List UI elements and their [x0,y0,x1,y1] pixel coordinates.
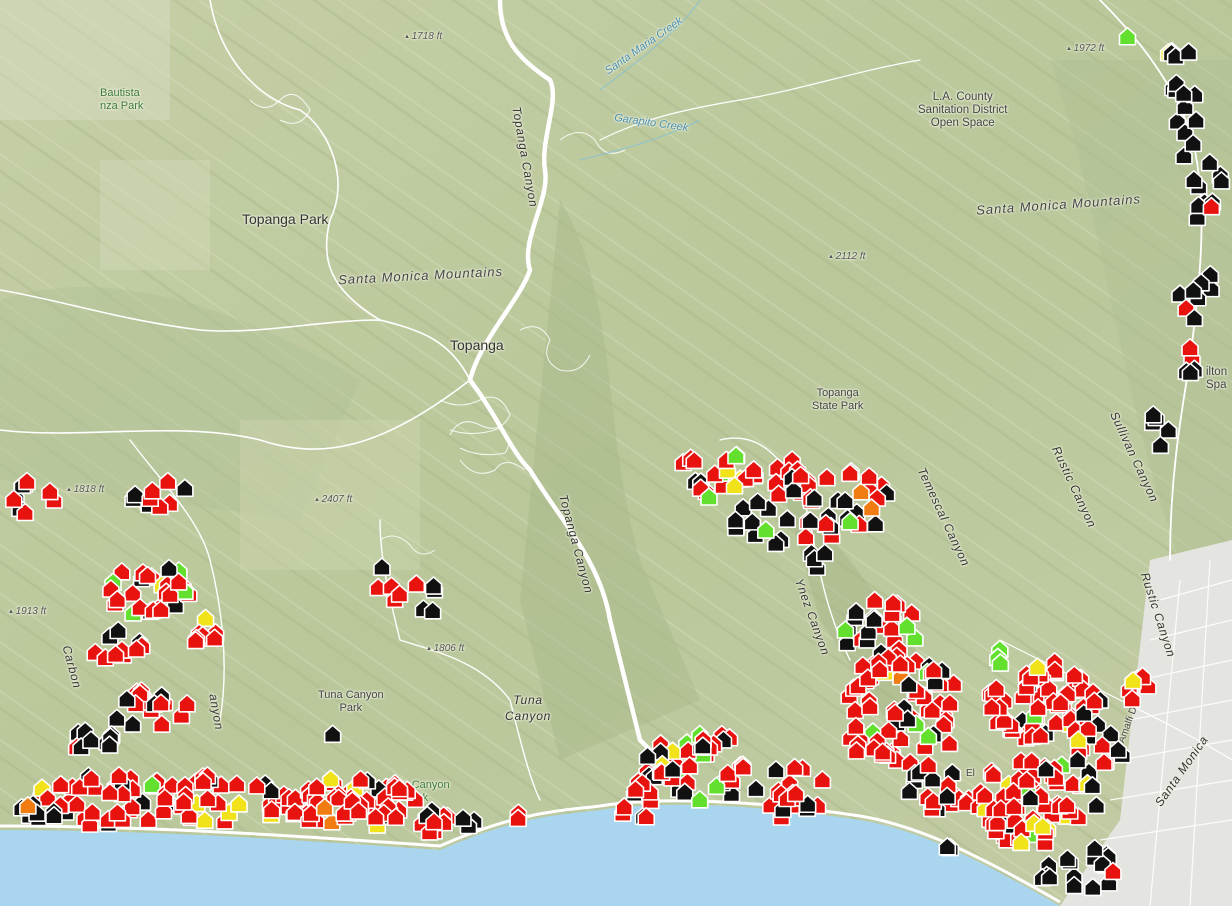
damage-house-marker[interactable] [919,755,938,774]
damage-house-marker[interactable] [160,558,178,578]
damage-house-marker[interactable] [123,714,142,733]
damage-house-marker[interactable] [18,471,36,491]
damage-house-marker[interactable] [41,481,59,501]
damage-house-marker[interactable] [51,774,70,794]
damage-house-marker[interactable] [1200,152,1219,172]
damage-house-marker[interactable] [407,574,426,593]
damage-house-marker[interactable] [196,810,214,830]
damage-house-marker[interactable] [847,716,865,736]
damage-house-marker[interactable] [1085,838,1104,858]
damage-house-marker[interactable] [178,694,196,713]
damage-house-marker[interactable] [860,466,878,486]
damage-house-marker[interactable] [110,765,128,785]
damage-house-marker[interactable] [767,760,785,779]
damage-house-marker[interactable] [227,774,246,793]
damage-house-marker[interactable] [813,770,832,789]
damage-house-marker[interactable] [83,802,102,822]
damage-house-marker[interactable] [1065,665,1084,684]
damage-house-marker[interactable] [1022,751,1041,770]
damage-house-marker[interactable] [818,467,836,487]
damage-markers-layer[interactable] [0,0,1232,906]
damage-house-marker[interactable] [865,590,884,610]
damage-house-marker[interactable] [176,478,194,498]
damage-house-marker[interactable] [1087,795,1106,815]
damage-house-marker[interactable] [1185,170,1203,189]
damage-house-marker[interactable] [158,471,177,491]
damage-house-marker[interactable] [847,601,865,621]
damage-house-marker[interactable] [454,808,472,827]
damage-house-marker[interactable] [690,789,709,809]
damage-house-marker[interactable] [1181,338,1199,357]
damage-house-marker[interactable] [1058,848,1077,868]
damage-house-marker[interactable] [108,708,126,728]
damage-house-marker[interactable] [323,724,342,744]
damage-house-marker[interactable] [1109,739,1127,759]
damage-house-marker[interactable] [1083,877,1102,897]
damage-house-marker[interactable] [109,620,127,640]
map-view[interactable]: Topanga Park Topanga L.A. County Sanitat… [0,0,1232,906]
damage-house-marker[interactable] [778,509,797,528]
damage-house-marker[interactable] [744,460,763,479]
damage-house-marker[interactable] [1144,404,1163,424]
damage-house-marker[interactable] [747,778,765,798]
damage-house-marker[interactable] [748,492,767,511]
damage-house-marker[interactable] [1179,42,1198,61]
damage-house-marker[interactable] [987,678,1006,698]
damage-house-marker[interactable] [230,794,248,813]
damage-house-marker[interactable] [815,543,834,562]
damage-house-marker[interactable] [139,809,158,829]
damage-house-marker[interactable] [143,480,162,500]
damage-house-marker[interactable] [796,527,815,546]
damage-house-marker[interactable] [940,733,959,753]
damage-house-marker[interactable] [727,445,745,465]
damage-house-marker[interactable] [424,576,443,595]
damage-house-marker[interactable] [373,557,391,576]
damage-house-marker[interactable] [866,514,885,533]
damage-house-marker[interactable] [1118,26,1137,46]
damage-house-marker[interactable] [126,484,144,504]
damage-house-marker[interactable] [1028,657,1047,676]
